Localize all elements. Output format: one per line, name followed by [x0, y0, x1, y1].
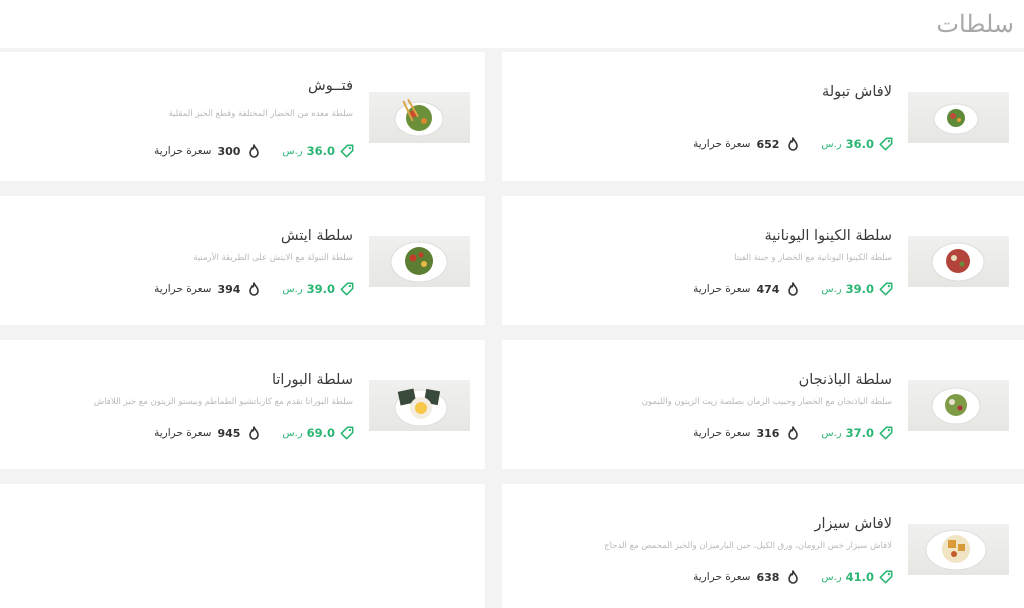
calories-value: 652 — [756, 137, 780, 151]
calories: 652 سعرة حرارية — [693, 137, 799, 151]
calories-label: سعرة حرارية — [154, 283, 212, 295]
dish-meta: 36.0 ر.س 300 سعرة حرارية — [154, 143, 354, 159]
menu-item-card[interactable]: سلطة ايتش سلطة التبولة مع الايتش على الط… — [0, 196, 485, 325]
dish-meta: 41.0 ر.س 638 سعرة حرارية — [693, 569, 893, 585]
currency: ر.س — [282, 145, 303, 157]
calories-value: 300 — [217, 144, 241, 158]
calories-value: 474 — [756, 282, 780, 296]
fire-icon — [249, 144, 260, 158]
dish-description: سلطة معده من الخضار المختلفة وقطع الخبز … — [168, 109, 353, 119]
price-value: 36.0 — [306, 144, 335, 158]
price: 39.0 ر.س — [282, 282, 354, 296]
calories: 945 سعرة حرارية — [154, 426, 260, 440]
dish-description: سلطة الباذنجان مع الخضار وحبيب الرمان بص… — [641, 397, 892, 407]
dish-description: لافاش سيزار خس الرومان، ورق الكيل، جبن ا… — [604, 541, 892, 551]
dish-image — [369, 92, 470, 143]
dish-image — [369, 236, 470, 287]
tag-icon — [340, 144, 354, 158]
tag-icon — [340, 282, 354, 296]
dish-meta: 39.0 ر.س 394 سعرة حرارية — [154, 281, 354, 297]
dish-image — [908, 236, 1009, 287]
calories-label: سعرة حرارية — [154, 145, 212, 157]
dish-meta: 37.0 ر.س 316 سعرة حرارية — [693, 425, 893, 441]
menu-item-card[interactable]: سلطة الكينوا اليونانية سلطة الكينوا اليو… — [502, 196, 1024, 325]
dish-description: سلطة التبولة مع الايتش على الطريقة الأرم… — [193, 253, 353, 263]
fire-icon — [788, 137, 799, 151]
calories-value: 945 — [217, 426, 241, 440]
tag-icon — [340, 426, 354, 440]
dish-name: لافاش سيزار — [814, 516, 892, 532]
price: 36.0 ر.س — [821, 137, 893, 151]
calories: 300 سعرة حرارية — [154, 144, 260, 158]
currency: ر.س — [821, 571, 842, 583]
calories-label: سعرة حرارية — [693, 283, 751, 295]
dish-description: سلطة الكينوا اليونانية مع الخضار و جبنة … — [734, 253, 892, 263]
currency: ر.س — [282, 283, 303, 295]
menu-item-card[interactable]: فتــوش سلطة معده من الخضار المختلفة وقطع… — [0, 52, 485, 181]
fire-icon — [788, 426, 799, 440]
dish-name: لافاش تبولة — [821, 84, 892, 100]
currency: ر.س — [821, 283, 842, 295]
calories-label: سعرة حرارية — [693, 427, 751, 439]
dish-image — [369, 380, 470, 431]
dish-image — [908, 380, 1009, 431]
tag-icon — [879, 282, 893, 296]
price: 36.0 ر.س — [282, 144, 354, 158]
tag-icon — [879, 137, 893, 151]
tag-icon — [879, 426, 893, 440]
price: 41.0 ر.س — [821, 570, 893, 584]
currency: ر.س — [821, 427, 842, 439]
dish-name: سلطة البوراتا — [271, 372, 353, 388]
calories-value: 316 — [756, 426, 780, 440]
calories-label: سعرة حرارية — [693, 571, 751, 583]
menu-item-card[interactable]: سلطة الباذنجان سلطة الباذنجان مع الخضار … — [502, 340, 1024, 469]
fire-icon — [788, 570, 799, 584]
fire-icon — [249, 282, 260, 296]
calories: 316 سعرة حرارية — [693, 426, 799, 440]
price-value: 41.0 — [845, 570, 874, 584]
fire-icon — [788, 282, 799, 296]
calories: 638 سعرة حرارية — [693, 570, 799, 584]
menu-item-card[interactable]: لافاش تبولة 36.0 ر.س 652 سعرة حرارية — [502, 52, 1024, 181]
dish-name: سلطة ايتش — [280, 228, 353, 244]
currency: ر.س — [821, 138, 842, 150]
dish-meta: 69.0 ر.س 945 سعرة حرارية — [154, 425, 354, 441]
price-value: 39.0 — [306, 282, 335, 296]
calories: 474 سعرة حرارية — [693, 282, 799, 296]
menu-item-card[interactable]: سلطة البوراتا سلطة البوراتا تقدم مع كارب… — [0, 340, 485, 469]
price-value: 37.0 — [845, 426, 874, 440]
dish-name: سلطة الكينوا اليونانية — [764, 228, 892, 244]
dish-image — [908, 92, 1009, 143]
dish-image — [908, 524, 1009, 575]
currency: ر.س — [282, 427, 303, 439]
price: 69.0 ر.س — [282, 426, 354, 440]
price: 37.0 ر.س — [821, 426, 893, 440]
price-value: 39.0 — [845, 282, 874, 296]
calories-label: سعرة حرارية — [154, 427, 212, 439]
dish-name: سلطة الباذنجان — [798, 372, 892, 388]
tag-icon — [879, 570, 893, 584]
calories-value: 394 — [217, 282, 241, 296]
calories-label: سعرة حرارية — [693, 138, 751, 150]
dish-meta: 36.0 ر.س 652 سعرة حرارية — [693, 136, 893, 152]
menu-item-card[interactable]: لافاش سيزار لافاش سيزار خس الرومان، ورق … — [502, 484, 1024, 608]
dish-description: سلطة البوراتا تقدم مع كارباتشيو الطماطم … — [93, 397, 353, 407]
dish-name: فتــوش — [308, 78, 353, 94]
dish-meta: 39.0 ر.س 474 سعرة حرارية — [693, 281, 893, 297]
price-value: 69.0 — [306, 426, 335, 440]
section-title: سلطات — [936, 10, 1014, 38]
empty-card — [0, 484, 485, 608]
price-value: 36.0 — [845, 137, 874, 151]
fire-icon — [249, 426, 260, 440]
price: 39.0 ر.س — [821, 282, 893, 296]
page-header: سلطات — [0, 0, 1024, 48]
calories: 394 سعرة حرارية — [154, 282, 260, 296]
calories-value: 638 — [756, 570, 780, 584]
